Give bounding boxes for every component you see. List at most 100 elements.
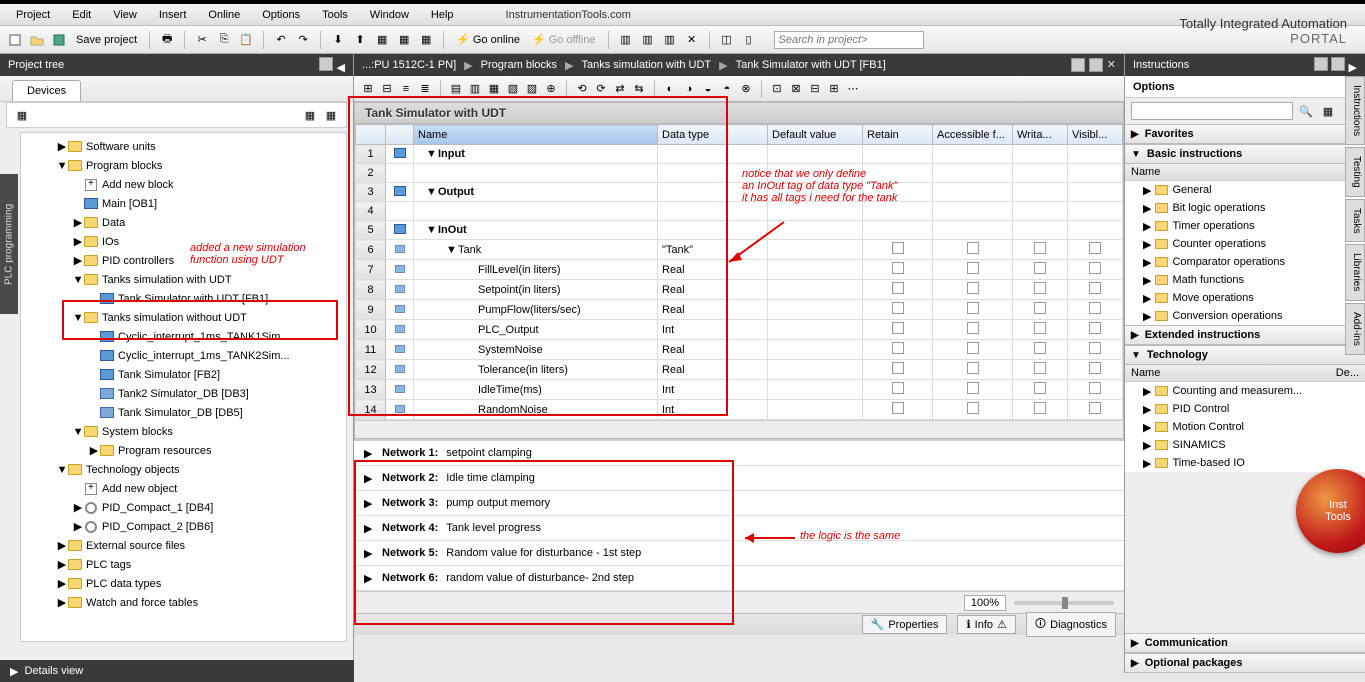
info-tab[interactable]: ℹInfo⚠: [957, 615, 1015, 634]
zoom-slider[interactable]: [1014, 601, 1114, 605]
tree-row[interactable]: Tank Simulator_DB [DB5]: [21, 403, 346, 422]
col-header[interactable]: Default value: [768, 125, 863, 145]
extended-accordion[interactable]: ▶Extended instructions: [1125, 325, 1365, 345]
grid1-icon[interactable]: ▦: [301, 106, 319, 124]
col-header[interactable]: Name: [414, 125, 658, 145]
instr-item[interactable]: ▶Bit logic operations: [1125, 199, 1365, 217]
view1-icon[interactable]: ▦: [1319, 102, 1337, 120]
ct7-icon[interactable]: ▦: [486, 81, 502, 97]
ct6-icon[interactable]: ▥: [467, 81, 483, 97]
network-row[interactable]: ▶Network 5:Random value for disturbance …: [354, 541, 1124, 566]
menu-insert[interactable]: Insert: [149, 7, 197, 23]
iface-row[interactable]: 2: [356, 164, 1123, 183]
r-col-icon[interactable]: [1314, 57, 1328, 71]
ct13-icon[interactable]: ⇄: [612, 81, 628, 97]
iface-row[interactable]: 4: [356, 202, 1123, 221]
devices-tab[interactable]: Devices: [12, 80, 81, 101]
tree-row[interactable]: Tank2 Simulator_DB [DB3]: [21, 384, 346, 403]
tech-item[interactable]: ▶SINAMICS: [1125, 436, 1365, 454]
ct3-icon[interactable]: ≡: [398, 81, 414, 97]
ct20-icon[interactable]: ⊡: [769, 81, 785, 97]
tree-row[interactable]: ▶External source files: [21, 536, 346, 555]
diagnostics-tab[interactable]: 🛈Diagnostics: [1026, 612, 1116, 637]
iface-row[interactable]: 11SystemNoiseReal: [356, 340, 1123, 360]
tree-row[interactable]: Add new object: [21, 479, 346, 498]
tree-row[interactable]: ▶Watch and force tables: [21, 593, 346, 612]
search-input[interactable]: [774, 31, 924, 49]
iface-row[interactable]: 3▼Output: [356, 183, 1123, 202]
optional-accordion[interactable]: ▶Optional packages: [1125, 653, 1365, 673]
network-row[interactable]: ▶Network 2:Idle time clamping: [354, 466, 1124, 491]
vtab-tasks[interactable]: Tasks: [1345, 199, 1365, 243]
ct15-icon[interactable]: ◐: [662, 81, 678, 97]
close-icon[interactable]: ✕: [683, 31, 701, 49]
col-header[interactable]: Visibl...: [1068, 125, 1123, 145]
tree-row[interactable]: Tank Simulator with UDT [FB1]: [21, 289, 346, 308]
upload-icon[interactable]: ⬆: [351, 31, 369, 49]
save-icon[interactable]: [50, 31, 68, 49]
win-max-icon[interactable]: [1089, 58, 1103, 72]
ct17-icon[interactable]: ◒: [700, 81, 716, 97]
iface-row[interactable]: 13IdleTime(ms)Int: [356, 380, 1123, 400]
ct23-icon[interactable]: ⊞: [826, 81, 842, 97]
download-icon[interactable]: ⬇: [329, 31, 347, 49]
sim-icon[interactable]: ▥: [617, 31, 635, 49]
instr-item[interactable]: ▶Counter operations: [1125, 235, 1365, 253]
tree-row[interactable]: ▶PID controllers: [21, 251, 346, 270]
iface-row[interactable]: 7FillLevel(in liters)Real: [356, 260, 1123, 280]
properties-tab[interactable]: 🔧Properties: [862, 615, 948, 634]
ct12-icon[interactable]: ⟳: [593, 81, 609, 97]
col-header[interactable]: Writa...: [1013, 125, 1068, 145]
col-header[interactable]: [386, 125, 414, 145]
plc-programming-tab[interactable]: PLC programming: [0, 174, 18, 314]
iface-row[interactable]: 9PumpFlow(liters/sec)Real: [356, 300, 1123, 320]
tree-row[interactable]: ▶PLC data types: [21, 574, 346, 593]
sim2-icon[interactable]: ▥: [639, 31, 657, 49]
menu-window[interactable]: Window: [360, 7, 419, 23]
col-header[interactable]: Data type: [658, 125, 768, 145]
communication-accordion[interactable]: ▶Communication: [1125, 633, 1365, 653]
ct8-icon[interactable]: ▧: [505, 81, 521, 97]
tree-row[interactable]: ▼Tanks simulation with UDT: [21, 270, 346, 289]
split-icon[interactable]: ◫: [718, 31, 736, 49]
compile-icon[interactable]: ▦: [373, 31, 391, 49]
menu-edit[interactable]: Edit: [62, 7, 101, 23]
tool2-icon[interactable]: ▦: [417, 31, 435, 49]
network-row[interactable]: ▶Network 4:Tank level progress: [354, 516, 1124, 541]
tree-row[interactable]: Cyclic_interrupt_1ms_TANK2Sim...: [21, 346, 346, 365]
ct11-icon[interactable]: ⟲: [574, 81, 590, 97]
ct21-icon[interactable]: ⊠: [788, 81, 804, 97]
tree-row[interactable]: ▼System blocks: [21, 422, 346, 441]
split2-icon[interactable]: ▯: [740, 31, 758, 49]
instr-item[interactable]: ▶Move operations: [1125, 289, 1365, 307]
tree-row[interactable]: ▼Tanks simulation without UDT: [21, 308, 346, 327]
basic-accordion[interactable]: ▼Basic instructions: [1125, 144, 1365, 164]
ct2-icon[interactable]: ⊟: [379, 81, 395, 97]
r-col2-icon[interactable]: [1331, 57, 1345, 71]
menu-tools[interactable]: Tools: [312, 7, 358, 23]
tree-row[interactable]: ▶PID_Compact_1 [DB4]: [21, 498, 346, 517]
ct14-icon[interactable]: ⇆: [631, 81, 647, 97]
instr-item[interactable]: ▶Comparator operations: [1125, 253, 1365, 271]
iface-row[interactable]: 10PLC_OutputInt: [356, 320, 1123, 340]
h-scrollbar[interactable]: [355, 420, 1123, 438]
copy-icon[interactable]: ⎘: [215, 31, 233, 49]
favorites-accordion[interactable]: ▶Favorites: [1125, 124, 1365, 144]
menu-project[interactable]: Project: [6, 7, 60, 23]
tree-row[interactable]: Tank Simulator [FB2]: [21, 365, 346, 384]
grid2-icon[interactable]: ▦: [322, 106, 340, 124]
tree-row[interactable]: ▶Software units: [21, 137, 346, 156]
instr-item[interactable]: ▶Math functions: [1125, 271, 1365, 289]
ct24-icon[interactable]: ⋯: [845, 81, 861, 97]
ct9-icon[interactable]: ▨: [524, 81, 540, 97]
ct18-icon[interactable]: ◓: [719, 81, 735, 97]
zoom-value[interactable]: 100%: [964, 595, 1006, 611]
instr-item[interactable]: ▶Timer operations: [1125, 217, 1365, 235]
tool-icon[interactable]: ▦: [395, 31, 413, 49]
menu-help[interactable]: Help: [421, 7, 464, 23]
undo-icon[interactable]: ↶: [272, 31, 290, 49]
go-online-button[interactable]: ⚡Go online: [452, 33, 524, 46]
network-view-icon[interactable]: ▦: [13, 106, 31, 124]
cut-icon[interactable]: ✂: [193, 31, 211, 49]
collapse-icon[interactable]: [319, 57, 333, 71]
